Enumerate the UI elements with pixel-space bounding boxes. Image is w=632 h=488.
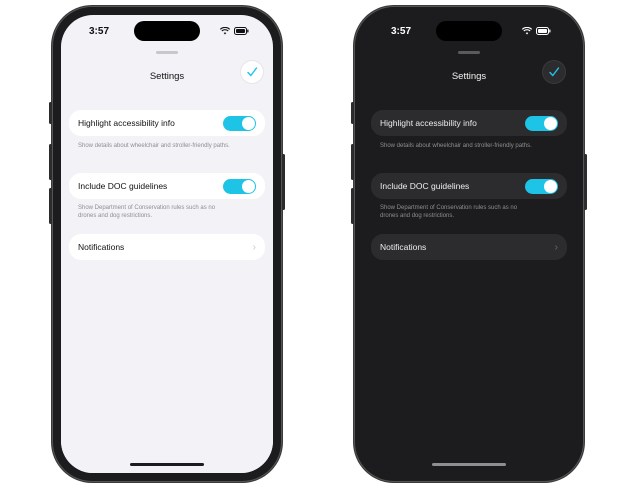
row-doc[interactable]: Include DOC guidelines: [69, 173, 265, 199]
status-bar: 3:57: [363, 15, 575, 49]
toggle-knob: [544, 116, 557, 130]
note-accessibility: Show details about wheelchair and stroll…: [78, 143, 230, 149]
volume-down-button: [351, 188, 354, 224]
dynamic-island: [436, 21, 502, 41]
toggle-accessibility[interactable]: [223, 115, 256, 131]
battery-icon: [536, 27, 551, 35]
wifi-icon: [220, 27, 230, 35]
side-button: [584, 154, 587, 210]
row-notifications-label: Notifications: [78, 242, 125, 252]
silent-switch: [49, 102, 52, 124]
row-doc-label: Include DOC guidelines: [78, 181, 168, 191]
status-time: 3:57: [391, 26, 412, 37]
row-doc[interactable]: Include DOC guidelines: [371, 173, 567, 199]
note-doc: Show Department of Conservation rules su…: [78, 205, 216, 219]
battery-icon: [234, 27, 249, 35]
wifi-icon: [522, 27, 532, 35]
home-indicator[interactable]: [130, 463, 204, 466]
silent-switch: [351, 102, 354, 124]
settings-sheet: Settings Highlight accessibility info Sh…: [61, 45, 273, 473]
row-accessibility-label: Highlight accessibility info: [380, 118, 477, 128]
sheet-grabber[interactable]: [156, 51, 178, 54]
note-doc: Show Department of Conservation rules su…: [380, 205, 518, 219]
done-button[interactable]: [543, 61, 565, 83]
done-button[interactable]: [241, 61, 263, 83]
chevron-right-icon: ›: [252, 241, 256, 253]
row-accessibility-label: Highlight accessibility info: [78, 118, 175, 128]
checkmark-icon: [247, 67, 258, 77]
phone-light: 3:57 Settings Highlight accessibility in…: [49, 6, 285, 482]
volume-down-button: [49, 188, 52, 224]
screen-light: 3:57 Settings Highlight accessibility in…: [61, 15, 273, 473]
status-icons: [220, 27, 249, 35]
toggle-knob: [242, 179, 255, 193]
phone-dark: 3:57 Settings Highlight accessibility in…: [351, 6, 587, 482]
status-time: 3:57: [89, 26, 110, 37]
checkmark-icon: [549, 67, 560, 77]
toggle-doc[interactable]: [525, 178, 558, 194]
status-icons: [522, 27, 551, 35]
row-notifications[interactable]: Notifications ›: [371, 234, 567, 260]
volume-up-button: [351, 144, 354, 180]
status-bar: 3:57: [61, 15, 273, 49]
note-accessibility: Show details about wheelchair and stroll…: [380, 143, 532, 149]
row-notifications-label: Notifications: [380, 242, 427, 252]
row-accessibility[interactable]: Highlight accessibility info: [371, 110, 567, 136]
toggle-knob: [242, 116, 255, 130]
row-notifications[interactable]: Notifications ›: [69, 234, 265, 260]
toggle-accessibility[interactable]: [525, 115, 558, 131]
volume-up-button: [49, 144, 52, 180]
chevron-right-icon: ›: [554, 241, 558, 253]
settings-sheet: Settings Highlight accessibility info Sh…: [363, 45, 575, 473]
dynamic-island: [134, 21, 200, 41]
toggle-doc[interactable]: [223, 178, 256, 194]
row-accessibility[interactable]: Highlight accessibility info: [69, 110, 265, 136]
screen-dark: 3:57 Settings Highlight accessibility in…: [363, 15, 575, 473]
home-indicator[interactable]: [432, 463, 506, 466]
toggle-knob: [544, 179, 557, 193]
side-button: [282, 154, 285, 210]
sheet-grabber[interactable]: [458, 51, 480, 54]
row-doc-label: Include DOC guidelines: [380, 181, 470, 191]
